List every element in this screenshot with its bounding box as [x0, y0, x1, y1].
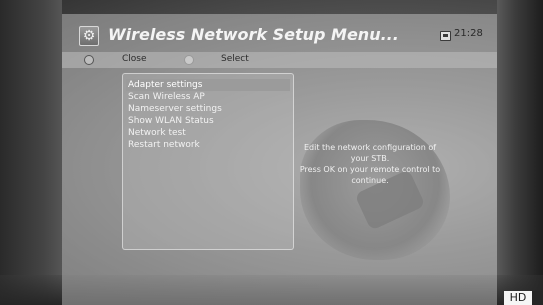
menu-item-adapter-settings[interactable]: Adapter settings [126, 79, 290, 91]
menu-list: Adapter settings Scan Wireless AP Namese… [122, 73, 294, 250]
tv-screen: ⚙ Wireless Network Setup Menu... 21:28 C… [0, 0, 543, 305]
clock-time: 21:28 [454, 28, 483, 39]
menu-item-scan-wireless-ap[interactable]: Scan Wireless AP [126, 91, 290, 103]
help-line: your STB. [350, 154, 390, 163]
menu-item-restart-network[interactable]: Restart network [126, 139, 290, 151]
hd-badge-bar [532, 291, 543, 305]
close-button[interactable]: Close [122, 54, 147, 64]
help-line: Press OK on your remote control to [299, 165, 441, 174]
menu-item-show-wlan-status[interactable]: Show WLAN Status [126, 115, 290, 127]
button-hint-bar: Close Select [62, 52, 497, 68]
menu-title: Wireless Network Setup Menu... [108, 25, 399, 44]
menu-item-nameserver-settings[interactable]: Nameserver settings [126, 103, 290, 115]
clock-icon [440, 31, 451, 41]
select-button-icon[interactable] [184, 55, 194, 65]
title-bar: ⚙ Wireless Network Setup Menu... 21:28 [62, 22, 497, 50]
background-video-right [497, 0, 543, 305]
menu-item-network-test[interactable]: Network test [126, 127, 290, 139]
background-video-left [0, 0, 62, 305]
help-line: Edit the network configuration of [303, 143, 437, 152]
help-description: Edit the network configuration of your S… [284, 142, 456, 186]
hd-badge: HD [504, 291, 532, 305]
close-button-icon[interactable] [84, 55, 94, 65]
help-line: continue. [351, 176, 389, 185]
select-button[interactable]: Select [221, 54, 249, 64]
gear-icon: ⚙ [79, 26, 99, 46]
